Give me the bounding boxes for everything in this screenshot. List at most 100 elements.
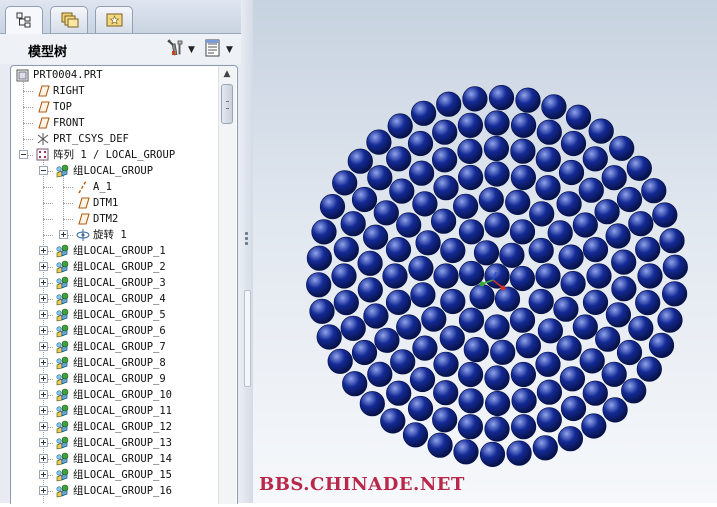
sphere[interactable]: [385, 289, 412, 316]
sphere[interactable]: [535, 351, 561, 377]
sphere[interactable]: [535, 146, 561, 172]
sphere[interactable]: [457, 414, 483, 440]
sphere[interactable]: [373, 200, 399, 226]
sphere[interactable]: [609, 135, 635, 161]
sphere[interactable]: [560, 395, 587, 422]
tree-show-button[interactable]: ▼: [204, 37, 238, 59]
sphere[interactable]: [458, 388, 484, 414]
sphere[interactable]: [582, 146, 608, 172]
sphere[interactable]: [306, 272, 332, 298]
sphere[interactable]: [616, 186, 643, 213]
sphere[interactable]: [484, 212, 510, 238]
scrollbar-thumb[interactable]: [221, 84, 233, 124]
sphere[interactable]: [433, 263, 459, 289]
sphere[interactable]: [458, 164, 484, 191]
tree-item[interactable]: 组LOCAL_GROUP_1: [11, 243, 217, 259]
sphere[interactable]: [357, 277, 383, 303]
sphere[interactable]: [572, 314, 598, 340]
tree-expand-toggle[interactable]: [39, 406, 48, 415]
sphere[interactable]: [382, 263, 408, 289]
sphere[interactable]: [582, 237, 609, 263]
sphere[interactable]: [390, 349, 416, 375]
sphere[interactable]: [510, 138, 536, 164]
sphere[interactable]: [537, 318, 564, 344]
tree-item[interactable]: 组LOCAL_GROUP_2: [11, 259, 217, 275]
sphere[interactable]: [484, 263, 510, 289]
sphere[interactable]: [380, 408, 406, 434]
sphere[interactable]: [547, 220, 573, 246]
tree-expand-toggle[interactable]: [39, 422, 48, 431]
sphere[interactable]: [628, 315, 654, 341]
sphere[interactable]: [509, 219, 536, 245]
sphere[interactable]: [635, 236, 661, 262]
tree-item[interactable]: 组LOCAL_GROUP_16: [11, 483, 217, 499]
sphere[interactable]: [611, 276, 637, 302]
tree-settings-button[interactable]: ▼: [166, 37, 198, 59]
sphere[interactable]: [412, 191, 438, 217]
sphere[interactable]: [411, 100, 437, 126]
sphere[interactable]: [306, 245, 333, 271]
sphere[interactable]: [389, 178, 415, 204]
sphere[interactable]: [641, 178, 667, 204]
sphere[interactable]: [556, 191, 582, 217]
sphere[interactable]: [367, 361, 393, 387]
sphere[interactable]: [582, 289, 609, 316]
sphere[interactable]: [560, 271, 586, 297]
sphere[interactable]: [453, 439, 479, 465]
sphere[interactable]: [657, 307, 683, 333]
sphere[interactable]: [509, 265, 536, 292]
sphere[interactable]: [662, 254, 688, 280]
sphere[interactable]: [431, 208, 457, 234]
sphere[interactable]: [558, 159, 585, 186]
tree-item[interactable]: 组LOCAL_GROUP_5: [11, 307, 217, 323]
sphere[interactable]: [595, 326, 621, 352]
sphere[interactable]: [374, 327, 400, 353]
sphere[interactable]: [387, 113, 413, 139]
sphere[interactable]: [559, 366, 586, 392]
sphere[interactable]: [433, 351, 459, 377]
tree-expand-toggle[interactable]: [39, 486, 48, 495]
splitter-handle[interactable]: [244, 290, 251, 387]
tree-expand-toggle[interactable]: [39, 342, 48, 351]
sphere[interactable]: [478, 187, 504, 213]
tree-item[interactable]: 组LOCAL_GROUP_6: [11, 323, 217, 339]
sphere[interactable]: [553, 296, 579, 322]
tree-item[interactable]: RIGHT: [11, 83, 217, 99]
sphere[interactable]: [331, 263, 357, 289]
sphere[interactable]: [582, 380, 608, 406]
tree-item[interactable]: 组LOCAL_GROUP_15: [11, 467, 217, 483]
sphere[interactable]: [505, 189, 531, 215]
sphere[interactable]: [648, 332, 675, 359]
tree-item[interactable]: DTM1: [11, 195, 217, 211]
sphere[interactable]: [396, 314, 422, 340]
model-view-canvas[interactable]: [253, 0, 717, 503]
sphere[interactable]: [636, 356, 662, 382]
sphere[interactable]: [415, 230, 441, 256]
tree-expand-toggle[interactable]: [39, 358, 48, 367]
sphere[interactable]: [541, 94, 567, 120]
sphere[interactable]: [510, 164, 537, 191]
tree-item[interactable]: 组LOCAL_GROUP_12: [11, 419, 217, 435]
sphere[interactable]: [367, 165, 393, 191]
sphere[interactable]: [458, 307, 485, 333]
sphere[interactable]: [535, 175, 561, 201]
sphere[interactable]: [528, 237, 554, 264]
sphere[interactable]: [511, 388, 537, 414]
sphere[interactable]: [421, 306, 447, 332]
sphere[interactable]: [396, 212, 422, 238]
sphere[interactable]: [342, 371, 368, 397]
sphere[interactable]: [457, 138, 483, 164]
sphere[interactable]: [528, 288, 554, 315]
sphere[interactable]: [621, 378, 647, 404]
sphere[interactable]: [511, 414, 537, 440]
sphere[interactable]: [594, 199, 620, 225]
sphere[interactable]: [628, 211, 654, 237]
sphere[interactable]: [432, 407, 458, 433]
tree-expand-toggle[interactable]: [39, 262, 48, 271]
sphere[interactable]: [484, 110, 510, 136]
tree-expand-toggle[interactable]: [39, 310, 48, 319]
sphere[interactable]: [409, 366, 436, 393]
sphere[interactable]: [432, 147, 458, 173]
sphere[interactable]: [659, 228, 685, 254]
sphere[interactable]: [662, 281, 688, 307]
